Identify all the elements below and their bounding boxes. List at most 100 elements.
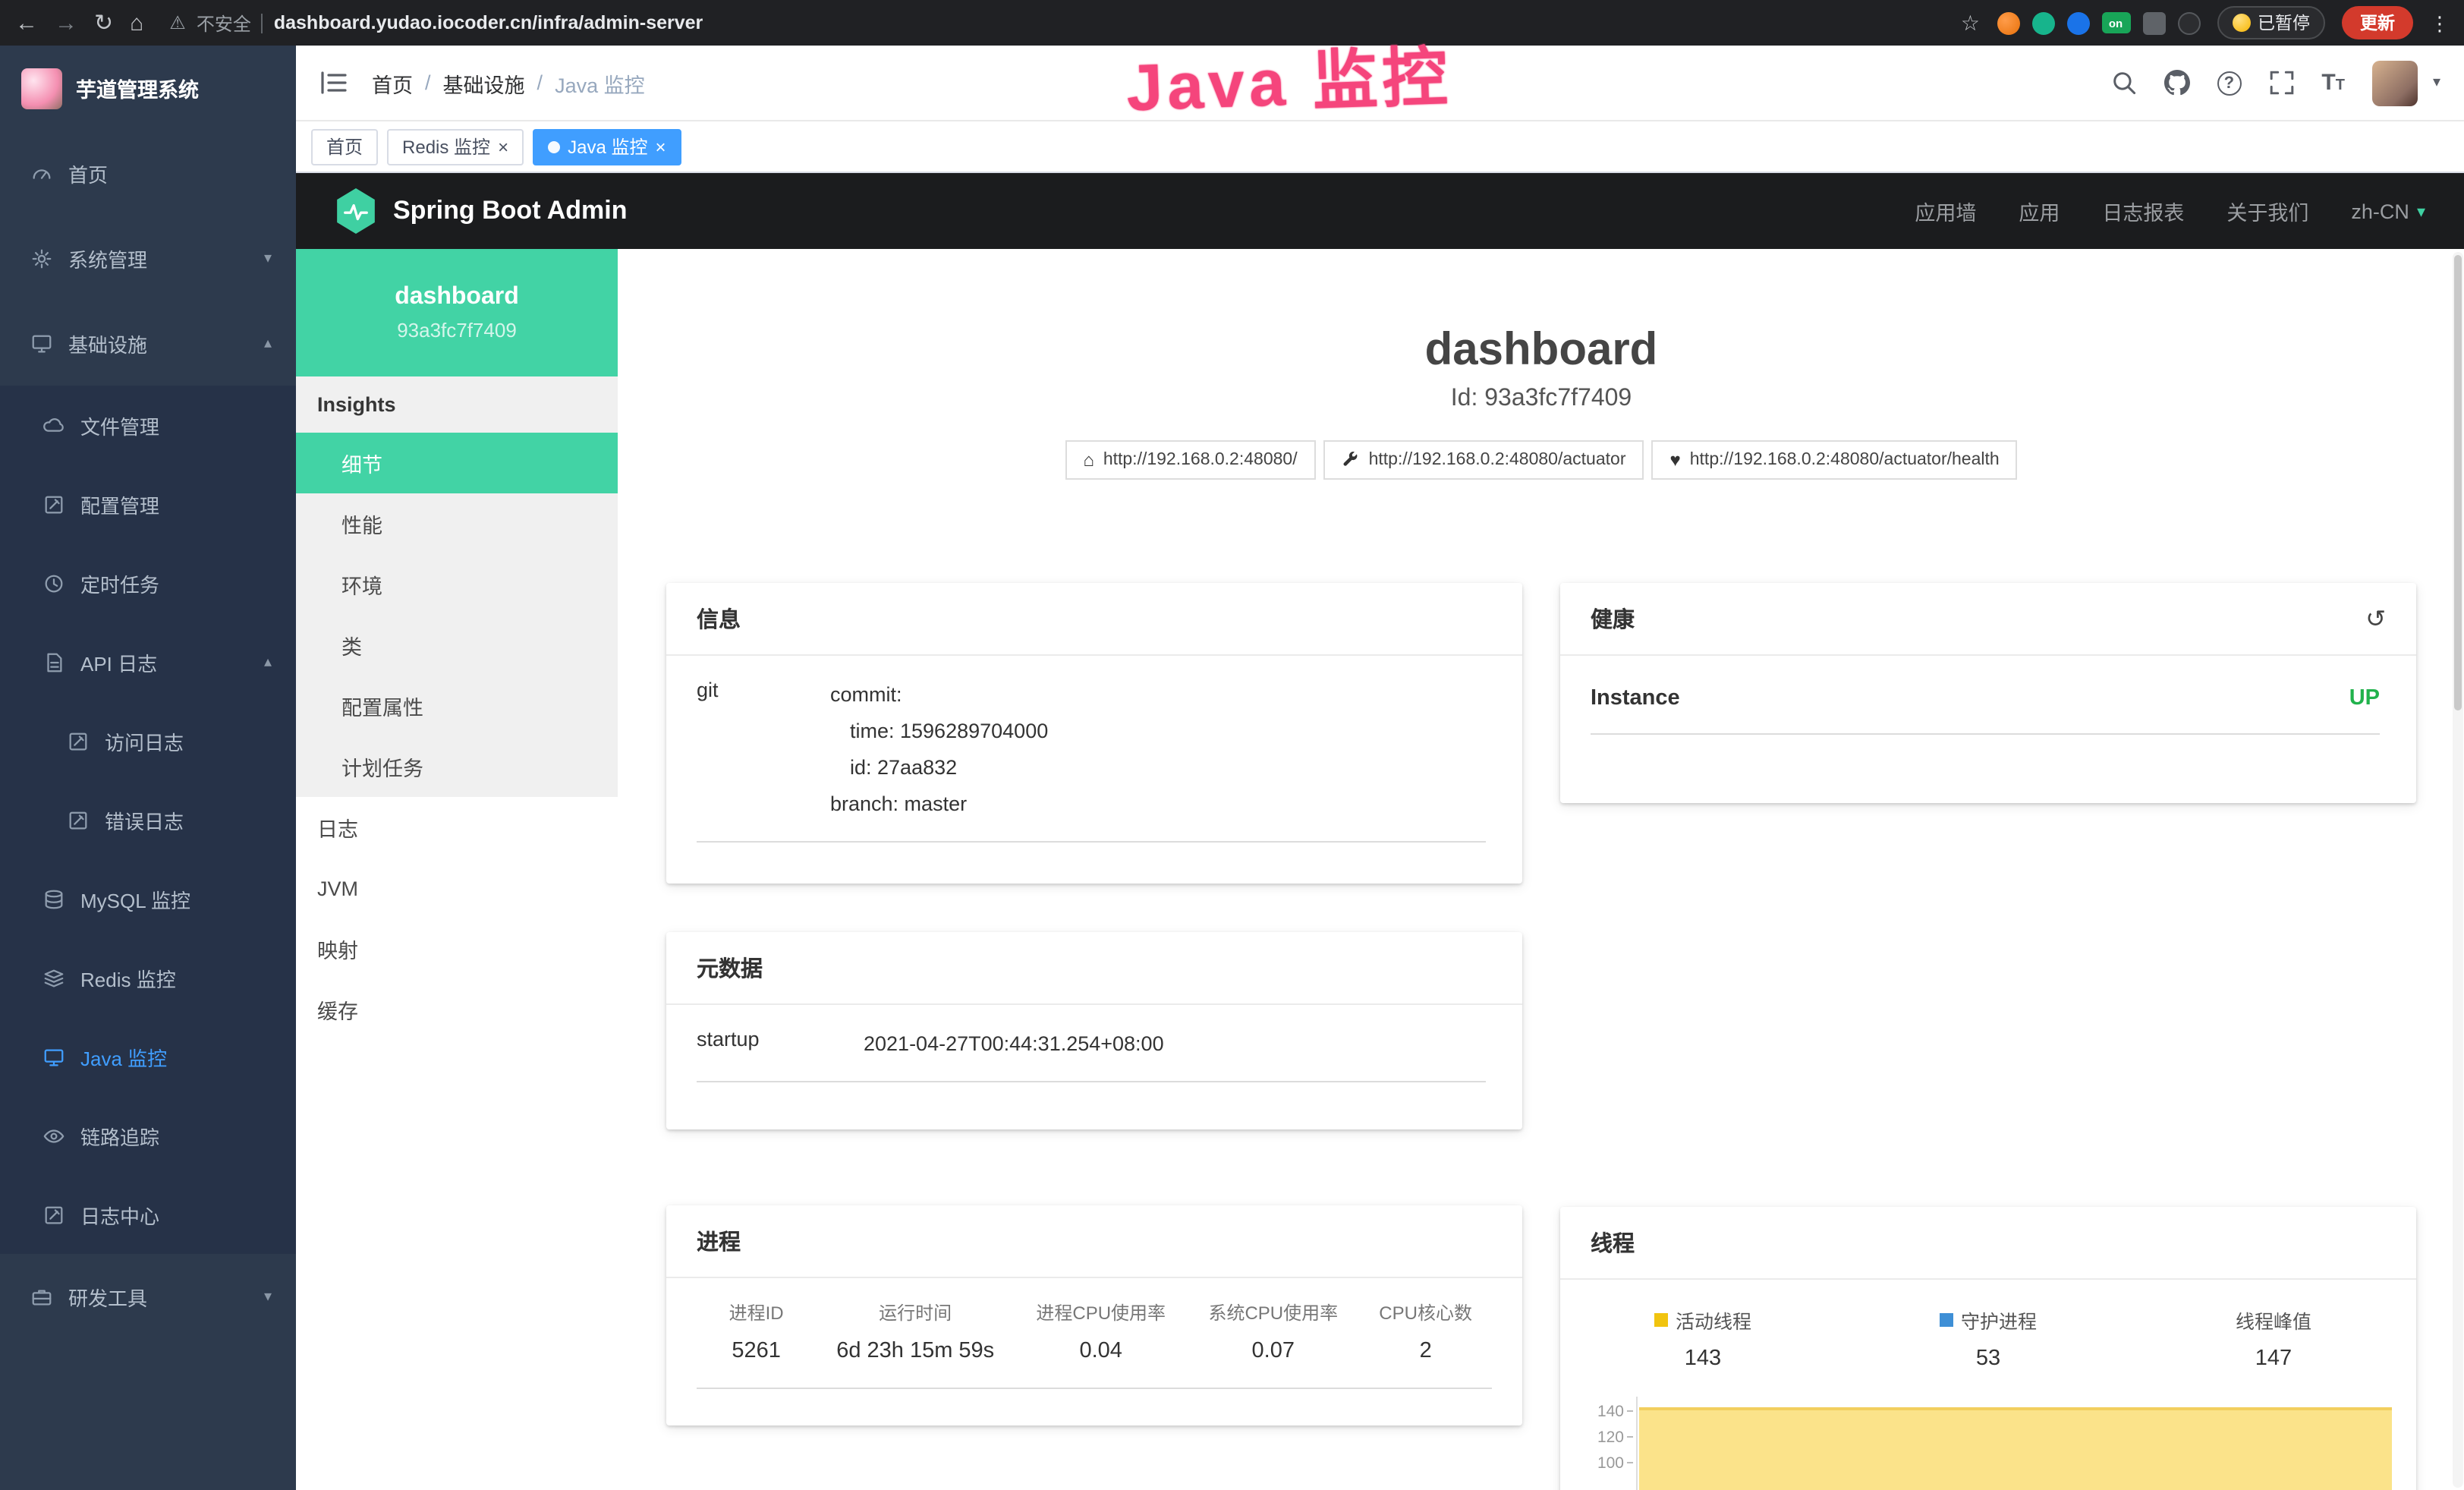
extension-icon[interactable] (2142, 11, 2165, 34)
close-icon[interactable]: × (655, 137, 666, 156)
extension-icon[interactable] (2031, 11, 2054, 34)
menu-item-details[interactable]: 细节 (296, 433, 618, 493)
spring-boot-admin-logo-icon (335, 188, 376, 234)
hamburger-icon[interactable] (320, 71, 348, 94)
stat-value: 2 (1359, 1339, 1492, 1363)
page-title: dashboard (666, 325, 2416, 376)
paused-badge[interactable]: 已暂停 (2217, 6, 2325, 39)
sidebar-item-dev-tools[interactable]: 研发工具 ▾ (0, 1254, 296, 1339)
sidebar-item-config-management[interactable]: 配置管理 (0, 465, 296, 543)
refresh-icon[interactable]: ↻ (94, 11, 113, 34)
forward-icon[interactable]: → (55, 11, 77, 34)
gear-icon (30, 247, 53, 269)
tab-home[interactable]: 首页 (311, 128, 378, 165)
chevron-down-icon[interactable]: ▾ (2433, 74, 2440, 91)
menu-item-scheduled-tasks[interactable]: 计划任务 (296, 736, 618, 797)
menu-item-caches[interactable]: 缓存 (296, 979, 618, 1040)
sidebar-item-file-management[interactable]: 文件管理 (0, 386, 296, 465)
sidebar-item-access-logs[interactable]: 访问日志 (0, 701, 296, 780)
menu-item-jvm[interactable]: JVM (296, 858, 618, 918)
menu-group-insights: Insights (296, 376, 618, 433)
process-stats-row: 进程ID 5261 运行时间 6d 23h 15m 59s 进程CPU使用率 (697, 1299, 1492, 1389)
layers-icon (42, 966, 65, 989)
locale-select[interactable]: zh-CN ▾ (2351, 200, 2425, 222)
bookmark-star-icon[interactable]: ☆ (1961, 12, 1980, 33)
scrollbar-thumb[interactable] (2454, 255, 2462, 710)
sba-nav-journal[interactable]: 日志报表 (2102, 196, 2184, 226)
help-icon[interactable]: ? (2217, 71, 2241, 95)
extension-icon[interactable] (1997, 11, 2019, 34)
chart-plot-area (1636, 1397, 2392, 1490)
sidebar-item-home[interactable]: 首页 (0, 131, 296, 216)
update-button[interactable]: 更新 (2342, 6, 2413, 39)
scrollbar[interactable] (2453, 252, 2463, 1488)
home-icon[interactable]: ⌂ (130, 11, 143, 34)
sidebar-item-link-tracing[interactable]: 链路追踪 (0, 1096, 296, 1175)
sidebar-item-scheduled-jobs[interactable]: 定时任务 (0, 543, 296, 622)
fullscreen-icon[interactable] (2268, 70, 2294, 96)
stat-label: 进程CPU使用率 (1015, 1299, 1187, 1325)
browser-menu-icon[interactable]: ⋮ (2430, 13, 2450, 33)
card-title: 元数据 (697, 952, 763, 984)
heart-icon: ♥ (1670, 449, 1681, 471)
git-branch: branch: master (830, 786, 1486, 823)
github-icon[interactable] (2163, 70, 2189, 96)
tab-redis-monitor[interactable]: Redis 监控 × (387, 128, 524, 165)
back-icon[interactable]: ← (15, 11, 38, 34)
legend-label: 活动线程 (1676, 1305, 1751, 1334)
stat-label: 运行时间 (816, 1299, 1015, 1325)
font-size-icon[interactable]: TT (2321, 70, 2345, 96)
sidebar-item-api-logs[interactable]: API 日志 ▴ (0, 622, 296, 701)
metadata-row-startup: startup 2021-04-27T00:44:31.254+08:00 (697, 1026, 1486, 1082)
extension-icon[interactable]: on (2101, 12, 2130, 33)
sidebar-item-java-monitor[interactable]: Java 监控 (0, 1017, 296, 1096)
instance-header[interactable]: dashboard 93a3fc7f7409 (296, 249, 618, 376)
stat-value: 0.04 (1015, 1339, 1187, 1363)
sidebar-item-redis-monitor[interactable]: Redis 监控 (0, 938, 296, 1017)
service-url-link[interactable]: ⌂ http://192.168.0.2:48080/ (1065, 440, 1315, 480)
font-size-large: T (2321, 70, 2335, 96)
breadcrumb-infrastructure[interactable]: 基础设施 (443, 68, 525, 98)
menu-item-classes[interactable]: 类 (296, 615, 618, 676)
sidebar-item-system-management[interactable]: 系统管理 ▾ (0, 216, 296, 301)
menu-item-logs[interactable]: 日志 (296, 797, 618, 858)
link-label: http://192.168.0.2:48080/actuator (1369, 451, 1626, 469)
health-url-link[interactable]: ♥ http://192.168.0.2:48080/actuator/heal… (1652, 440, 2018, 480)
breadcrumb-separator: / (537, 71, 543, 94)
sidebar-item-infrastructure[interactable]: 基础设施 ▴ (0, 301, 296, 386)
app-logo-row[interactable]: 芋道管理系统 (0, 46, 296, 131)
metadata-key: startup (697, 1026, 864, 1063)
health-status-badge: UP (2349, 686, 2380, 710)
y-tick: 120 (1572, 1430, 1624, 1445)
menu-item-environment[interactable]: 环境 (296, 554, 618, 615)
sidebar-item-label: Redis 监控 (80, 963, 176, 992)
extension-icon[interactable] (2066, 11, 2089, 34)
menu-item-metrics[interactable]: 性能 (296, 493, 618, 554)
app-sidebar: 芋道管理系统 首页 系统管理 ▾ 基础设施 ▴ 文件管理 (0, 46, 296, 1490)
menu-item-mappings[interactable]: 映射 (296, 918, 618, 979)
sba-brand[interactable]: Spring Boot Admin (335, 188, 628, 234)
sidebar-item-error-logs[interactable]: 错误日志 (0, 780, 296, 859)
info-card: 信息 git commit: time: 1596289704000 id: 2… (666, 583, 1522, 884)
sidebar-item-log-center[interactable]: 日志中心 (0, 1175, 296, 1254)
history-icon[interactable]: ↺ (2365, 603, 2386, 634)
breadcrumb-home[interactable]: 首页 (372, 68, 413, 98)
sba-nav-applications[interactable]: 应用 (2019, 196, 2060, 226)
extension-icon[interactable] (2177, 11, 2200, 34)
user-avatar[interactable] (2372, 60, 2418, 106)
address-bar[interactable]: ⚠ 不安全 dashboard.yudao.iocoder.cn/infra/a… (160, 10, 1944, 36)
close-icon[interactable]: × (498, 137, 508, 156)
sba-nav-about[interactable]: 关于我们 (2226, 196, 2308, 226)
search-icon[interactable] (2110, 70, 2136, 96)
sba-nav-wall[interactable]: 应用墙 (1915, 196, 1976, 226)
instance-id: 93a3fc7f7409 (397, 319, 517, 342)
menu-item-configprops[interactable]: 配置属性 (296, 676, 618, 736)
y-tick: 140 (1572, 1404, 1624, 1419)
tab-label: 首页 (326, 134, 363, 159)
actuator-url-link[interactable]: http://192.168.0.2:48080/actuator (1323, 440, 1644, 480)
chevron-up-icon: ▴ (264, 654, 272, 670)
tab-java-monitor[interactable]: Java 监控 × (533, 128, 681, 165)
sidebar-item-label: API 日志 (80, 647, 157, 676)
sba-header: Spring Boot Admin 应用墙 应用 日志报表 关于我们 zh-CN… (296, 173, 2464, 249)
sidebar-item-mysql-monitor[interactable]: MySQL 监控 (0, 859, 296, 938)
